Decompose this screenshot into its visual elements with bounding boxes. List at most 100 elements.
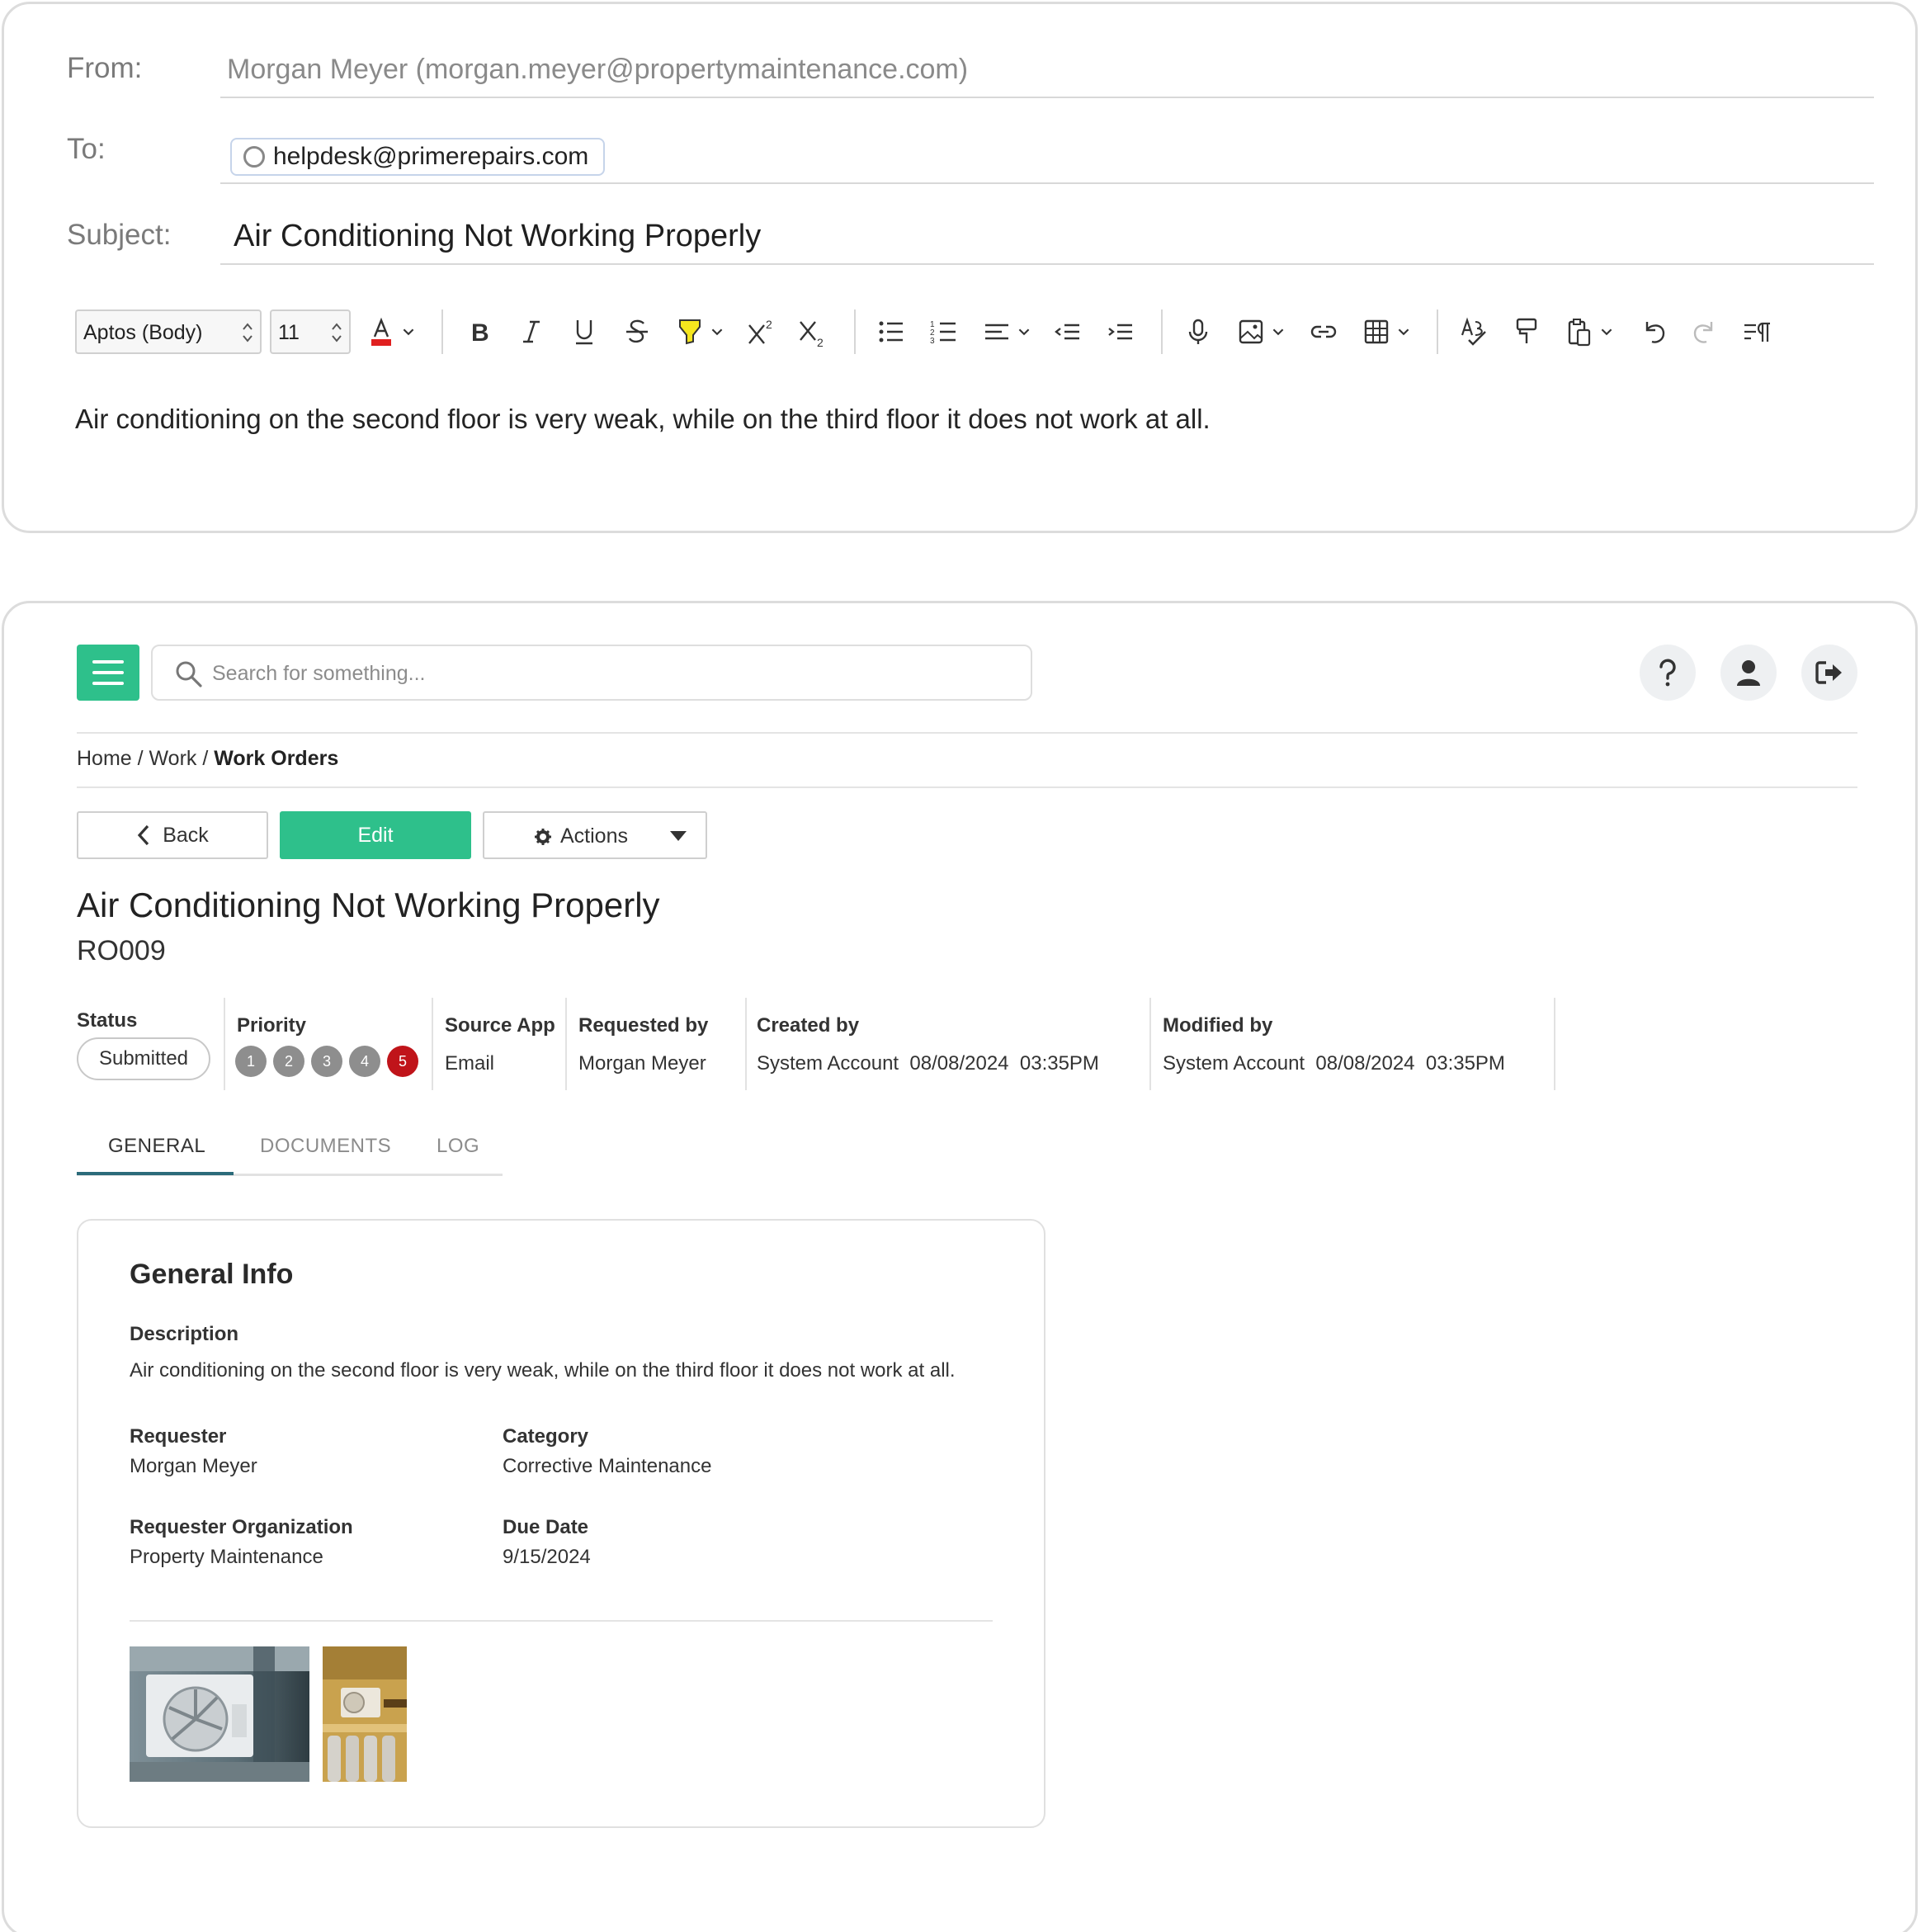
from-value: Morgan Meyer (morgan.meyer@propertymaint… (227, 54, 969, 85)
recipient-address: helpdesk@primerepairs.com (273, 143, 589, 170)
requested-by-label: Requested by (578, 1014, 709, 1037)
priority-level-5[interactable]: 5 (387, 1046, 418, 1077)
logout-icon (1815, 661, 1842, 684)
user-icon (1737, 660, 1760, 686)
format-painter-button[interactable] (1508, 313, 1546, 351)
indent-button[interactable] (1102, 313, 1140, 351)
attachment-thumbnail-1[interactable] (130, 1646, 309, 1782)
edit-button[interactable]: Edit (280, 811, 471, 859)
created-by-value: System Account 08/08/2024 03:35PM (757, 1052, 1099, 1075)
toolbar-separator (441, 309, 443, 354)
link-button[interactable] (1305, 313, 1343, 351)
spellcheck-button[interactable] (1455, 313, 1493, 351)
caret-down-icon (670, 831, 687, 841)
strikethrough-icon (626, 319, 648, 343)
work-order-id: RO009 (77, 935, 166, 966)
font-name-select[interactable]: Aptos (Body) (75, 309, 262, 354)
paragraph-button[interactable] (1739, 313, 1777, 351)
italic-button[interactable] (512, 313, 550, 351)
logout-button[interactable] (1801, 645, 1857, 701)
attachment-thumbnail-2[interactable] (323, 1646, 407, 1782)
superscript-button[interactable]: 2 (742, 313, 780, 351)
paste-button[interactable] (1560, 313, 1598, 351)
toolbar-separator (1161, 309, 1163, 354)
bold-button[interactable]: B (460, 313, 498, 351)
numbered-list-button[interactable]: 123 (925, 313, 963, 351)
profile-button[interactable] (1720, 645, 1777, 701)
font-color-button[interactable] (362, 313, 400, 351)
ac-unit-image (323, 1646, 407, 1782)
work-order-panel: Home / Work / Work Orders Back Edit Acti… (2, 601, 1918, 1932)
breadcrumb-home[interactable]: Home (77, 747, 132, 770)
requested-by-value: Morgan Meyer (578, 1052, 706, 1075)
from-divider (220, 97, 1874, 98)
requester-value: Morgan Meyer (130, 1455, 257, 1477)
ac-unit-image (130, 1646, 309, 1782)
chevron-left-icon (138, 824, 149, 846)
paragraph-icon (1744, 322, 1770, 342)
chevron-down-icon (1018, 328, 1030, 336)
image-dropdown[interactable] (1267, 313, 1290, 351)
formatting-toolbar: Aptos (Body) 11 B 2 2 1 2 3 (75, 309, 1800, 354)
modified-by-value: System Account 08/08/2024 03:35PM (1163, 1052, 1505, 1075)
outdent-icon (1055, 324, 1079, 340)
font-name-value: Aptos (Body) (83, 321, 203, 344)
font-size-select[interactable]: 11 (270, 309, 351, 354)
indent-icon (1108, 324, 1132, 340)
to-divider (220, 182, 1874, 184)
recipient-chip[interactable]: helpdesk@primerepairs.com (230, 138, 606, 176)
actions-button[interactable]: Actions (483, 811, 707, 859)
back-button[interactable]: Back (77, 811, 268, 859)
subject-input[interactable]: Air Conditioning Not Working Properly (234, 219, 761, 254)
chevron-down-icon (1398, 328, 1409, 336)
tab-log[interactable]: LOG (437, 1135, 479, 1158)
toolbar-separator (1437, 309, 1438, 354)
highlight-dropdown[interactable] (706, 313, 729, 351)
priority-level-4[interactable]: 4 (349, 1046, 380, 1077)
align-dropdown[interactable] (1012, 313, 1036, 351)
subscript-button[interactable]: 2 (793, 313, 831, 351)
priority-level-2[interactable]: 2 (273, 1046, 304, 1077)
breadcrumb-work[interactable]: Work (149, 747, 197, 770)
undo-icon (1645, 322, 1665, 343)
email-body-text[interactable]: Air conditioning on the second floor is … (75, 404, 1211, 435)
svg-text:2: 2 (817, 336, 824, 348)
highlight-button[interactable] (671, 313, 709, 351)
spellcheck-icon (1461, 317, 1486, 346)
priority-level-3[interactable]: 3 (311, 1046, 342, 1077)
priority-level-1[interactable]: 1 (235, 1046, 267, 1077)
status-label: Status (77, 1009, 138, 1032)
svg-text:3: 3 (930, 337, 935, 346)
bullet-list-button[interactable] (872, 313, 910, 351)
undo-button[interactable] (1635, 313, 1673, 351)
breadcrumb-divider (77, 786, 1857, 788)
back-button-label: Back (163, 823, 209, 847)
font-color-dropdown[interactable] (397, 313, 420, 351)
underline-icon (576, 320, 592, 345)
redo-button[interactable] (1686, 313, 1724, 351)
align-button[interactable] (978, 313, 1016, 351)
dictate-button[interactable] (1179, 313, 1217, 351)
modified-by-label: Modified by (1163, 1014, 1273, 1037)
image-button[interactable] (1232, 313, 1270, 351)
underline-button[interactable] (565, 313, 603, 351)
table-dropdown[interactable] (1392, 313, 1415, 351)
presence-icon (243, 146, 265, 168)
microphone-icon (1188, 319, 1208, 344)
search-box[interactable] (151, 645, 1032, 701)
tab-documents[interactable]: DOCUMENTS (260, 1135, 391, 1158)
meta-separator (224, 998, 225, 1090)
table-button[interactable] (1357, 313, 1395, 351)
svg-text:2: 2 (766, 318, 772, 331)
paste-dropdown[interactable] (1595, 313, 1618, 351)
tab-general[interactable]: GENERAL (108, 1135, 205, 1158)
breadcrumb-separator: / (196, 747, 215, 770)
help-button[interactable] (1640, 645, 1696, 701)
strikethrough-button[interactable] (618, 313, 656, 351)
search-input[interactable] (212, 654, 1004, 692)
menu-button[interactable] (77, 645, 139, 701)
description-label: Description (130, 1323, 239, 1345)
email-compose-panel: From: Morgan Meyer (morgan.meyer@propert… (2, 2, 1918, 533)
paste-icon (1568, 319, 1591, 347)
outdent-button[interactable] (1049, 313, 1087, 351)
